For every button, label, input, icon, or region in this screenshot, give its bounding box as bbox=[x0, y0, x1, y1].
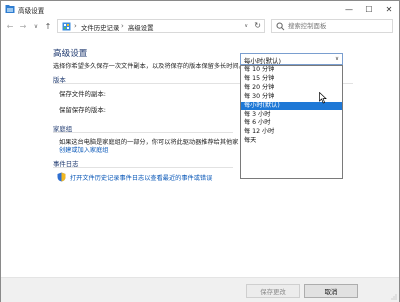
back-arrow-icon[interactable]: ← bbox=[5, 20, 15, 32]
breadcrumb-separator-icon: › bbox=[121, 22, 124, 30]
page-title: 高级设置 bbox=[53, 49, 88, 59]
maximize-icon: ☐ bbox=[365, 4, 373, 14]
address-bar[interactable]: › 文件历史记录 › 高级设置 ∨ ↻ bbox=[57, 19, 265, 33]
save-frequency-options-list[interactable]: 每 10 分钟 每 15 分钟 每 20 分钟 每 30 分钟 每小时(默认) … bbox=[240, 65, 343, 179]
search-icon bbox=[276, 22, 285, 31]
option-daily[interactable]: 每天 bbox=[241, 137, 342, 146]
window-title: 高级设置 bbox=[18, 7, 45, 15]
maximize-button[interactable]: ☐ bbox=[359, 1, 379, 17]
section-divider bbox=[53, 132, 233, 133]
refresh-icon[interactable]: ↻ bbox=[254, 21, 261, 30]
shield-icon bbox=[57, 172, 66, 182]
cancel-button[interactable]: 取消 bbox=[304, 284, 358, 298]
control-panel-icon bbox=[62, 22, 71, 31]
save-frequency-selected-value: 每小时(默认) bbox=[244, 57, 281, 65]
chevron-down-icon: ∨ bbox=[334, 56, 339, 62]
up-arrow-icon[interactable]: ↑ bbox=[43, 20, 53, 32]
keep-versions-label: 保留保存的版本: bbox=[59, 106, 106, 114]
resize-grip-icon[interactable] bbox=[391, 294, 397, 300]
dialog-footer: 保存更改 取消 bbox=[1, 277, 399, 302]
option-every-10-min[interactable]: 每 10 分钟 bbox=[241, 66, 342, 75]
create-join-homegroup-link[interactable]: 创建或加入家庭组 bbox=[59, 145, 109, 154]
breadcrumb-advanced-settings[interactable]: 高级设置 bbox=[128, 23, 154, 32]
file-history-app-icon bbox=[5, 5, 15, 13]
open-event-log-link[interactable]: 打开文件历史记录事件日志以查看最近的事件或错误 bbox=[70, 173, 212, 182]
close-button[interactable]: ✕ bbox=[379, 1, 399, 17]
option-every-15-min[interactable]: 每 15 分钟 bbox=[241, 75, 342, 84]
page-description: 选择你希望多久保存一次文件副本，以及将保存的版本保留多长时间。 bbox=[53, 63, 245, 70]
address-dropdown-chevron-icon[interactable]: ∨ bbox=[244, 23, 248, 29]
advanced-settings-window: 高级设置 — ☐ ✕ ← → ∨ ↑ › 文件历史记录 › 高级设置 ∨ ↻ 搜… bbox=[0, 0, 400, 302]
save-changes-button[interactable]: 保存更改 bbox=[246, 284, 300, 298]
navigation-bar: ← → ∨ ↑ › 文件历史记录 › 高级设置 ∨ ↻ bbox=[1, 17, 399, 35]
recent-locations-chevron-icon[interactable]: ∨ bbox=[31, 20, 41, 32]
breadcrumb-separator-icon: › bbox=[74, 22, 77, 30]
mouse-pointer-icon bbox=[319, 92, 327, 104]
title-bar: 高级设置 — ☐ ✕ bbox=[1, 1, 399, 17]
save-frequency-select[interactable]: 每小时(默认) ∨ bbox=[240, 53, 343, 65]
option-every-12-hours[interactable]: 每 12 小时 bbox=[241, 128, 342, 137]
close-icon: ✕ bbox=[385, 4, 393, 14]
option-every-6-hours[interactable]: 每 6 小时 bbox=[241, 119, 342, 128]
minimize-button[interactable]: — bbox=[339, 1, 359, 17]
minimize-icon: — bbox=[345, 4, 353, 14]
save-copies-label: 保存文件的副本: bbox=[59, 90, 106, 98]
search-box[interactable] bbox=[271, 19, 393, 33]
search-input[interactable] bbox=[288, 21, 388, 31]
section-divider bbox=[53, 167, 233, 168]
breadcrumb-file-history[interactable]: 文件历史记录 bbox=[81, 23, 119, 32]
forward-arrow-icon[interactable]: → bbox=[18, 20, 28, 32]
